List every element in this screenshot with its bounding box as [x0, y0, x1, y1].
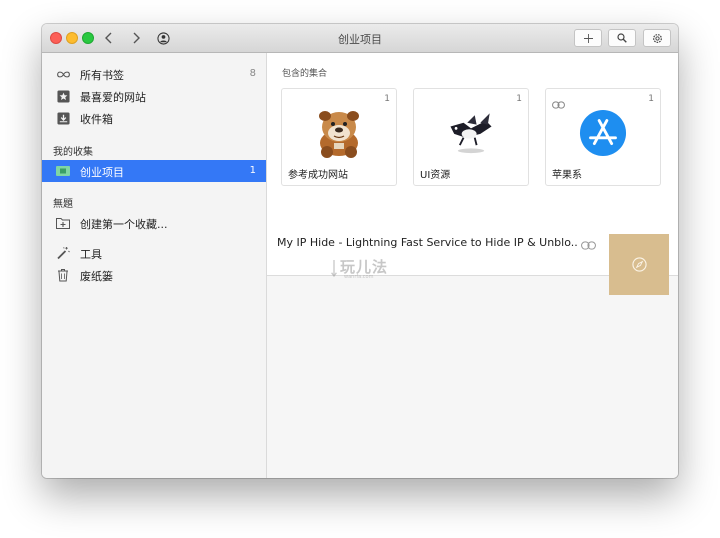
search-button[interactable] — [608, 29, 636, 47]
sidebar-item-create-first-collection[interactable]: 创建第一个收藏... — [42, 212, 266, 234]
sidebar-item-favorites[interactable]: 最喜爱的网站 — [42, 85, 266, 107]
sidebar-item-label: 创建第一个收藏... — [80, 218, 168, 231]
search-icon — [617, 33, 627, 43]
sidebar-item-label: 所有书签 — [80, 69, 124, 82]
watermark-subtext: wanrfa.com — [344, 274, 374, 280]
sidebar-item-trash[interactable]: 废纸篓 — [42, 264, 266, 286]
sidebar-item-all-bookmarks[interactable]: 所有书签 8 — [42, 63, 266, 85]
sidebar-item-inbox[interactable]: 收件箱 — [42, 107, 266, 129]
collection-name: UI资源 — [420, 170, 451, 181]
bookmark-thumbnail[interactable] — [609, 234, 669, 295]
watermark-icon — [331, 260, 337, 278]
section-title: 包含的集合 — [282, 69, 328, 79]
app-store-icon — [546, 103, 660, 163]
inbox-icon — [55, 110, 71, 126]
collection-name: 苹果系 — [552, 170, 582, 181]
sidebar-item-count: 8 — [249, 68, 256, 79]
collection-name: 参考成功网站 — [288, 170, 348, 181]
sidebar-item-label: 工具 — [80, 248, 102, 261]
star-icon — [55, 88, 71, 104]
gear-icon — [652, 33, 662, 43]
magic-wand-icon — [55, 245, 71, 261]
my-collections-heading: 我的收集 — [53, 147, 93, 158]
main-content: 包含的集合 1 参考成功网站 1 UI资源 1 苹果系 My IP Hide -… — [267, 53, 678, 478]
app-window: 创业项目 所有书签 8 最喜爱的网站 收件箱 我的收集 创业项目 1 無題 创建… — [42, 24, 678, 478]
title-bar: 创业项目 — [42, 24, 678, 53]
collection-card[interactable]: 1 参考成功网站 — [281, 88, 397, 186]
collection-card[interactable]: 1 UI资源 — [413, 88, 529, 186]
sidebar-item-count: 1 — [249, 165, 256, 176]
collection-card[interactable]: 1 苹果系 — [545, 88, 661, 186]
compass-icon — [631, 257, 647, 272]
plus-icon — [583, 33, 593, 43]
link-icon[interactable] — [581, 235, 596, 254]
sidebar: 所有书签 8 最喜爱的网站 收件箱 我的收集 创业项目 1 無題 创建第一个收藏… — [42, 53, 267, 478]
untitled-group-heading: 無題 — [53, 199, 73, 210]
collection-content: 包含的集合 1 参考成功网站 1 UI资源 1 苹果系 My IP Hide -… — [267, 53, 678, 295]
add-button[interactable] — [574, 29, 602, 47]
sidebar-item-label: 创业项目 — [80, 166, 124, 179]
sidebar-item-startup-projects[interactable]: 创业项目 1 — [42, 160, 266, 182]
sidebar-item-label: 收件箱 — [80, 113, 113, 126]
folder-plus-icon — [55, 215, 71, 231]
infinity-icon — [55, 66, 71, 82]
sidebar-item-label: 最喜爱的网站 — [80, 91, 146, 104]
settings-button[interactable] — [643, 29, 671, 47]
sidebar-item-tools[interactable]: 工具 — [42, 242, 266, 264]
flying-bird-dog-icon — [414, 103, 528, 163]
sidebar-item-label: 废纸篓 — [80, 270, 113, 283]
trash-icon — [55, 267, 71, 283]
folder-card-icon — [55, 163, 71, 179]
bookmark-title[interactable]: My IP Hide - Lightning Fast Service to H… — [277, 236, 577, 249]
bulldog-icon — [282, 103, 396, 163]
watermark: 玩儿法 wanrfa.com — [330, 255, 390, 285]
